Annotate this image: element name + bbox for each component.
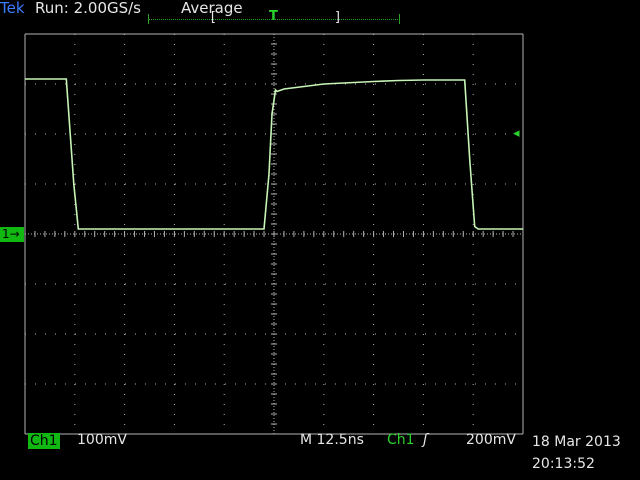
waveform-graticule bbox=[24, 33, 524, 435]
ch1-ground-marker-label: 1 bbox=[2, 227, 10, 241]
ch1-vertical-scale: 100mV bbox=[77, 432, 127, 448]
ch1-label-badge: Ch1 bbox=[28, 433, 60, 449]
trigger-channel: Ch1 bbox=[387, 432, 415, 448]
rising-edge-icon: ʃ bbox=[423, 432, 428, 448]
trigger-level-readout: 200mV bbox=[466, 432, 516, 448]
arrow-right-icon: → bbox=[9, 227, 20, 241]
time-readout: 20:13:52 bbox=[532, 456, 595, 472]
date-readout: 18 Mar 2013 bbox=[532, 434, 621, 450]
graticule-grid bbox=[24, 33, 524, 435]
trigger-level-marker[interactable]: ◂ bbox=[513, 126, 520, 141]
ch1-ground-marker[interactable]: 1→ bbox=[0, 227, 24, 242]
timebase-readout: M 12.5ns bbox=[300, 432, 364, 448]
